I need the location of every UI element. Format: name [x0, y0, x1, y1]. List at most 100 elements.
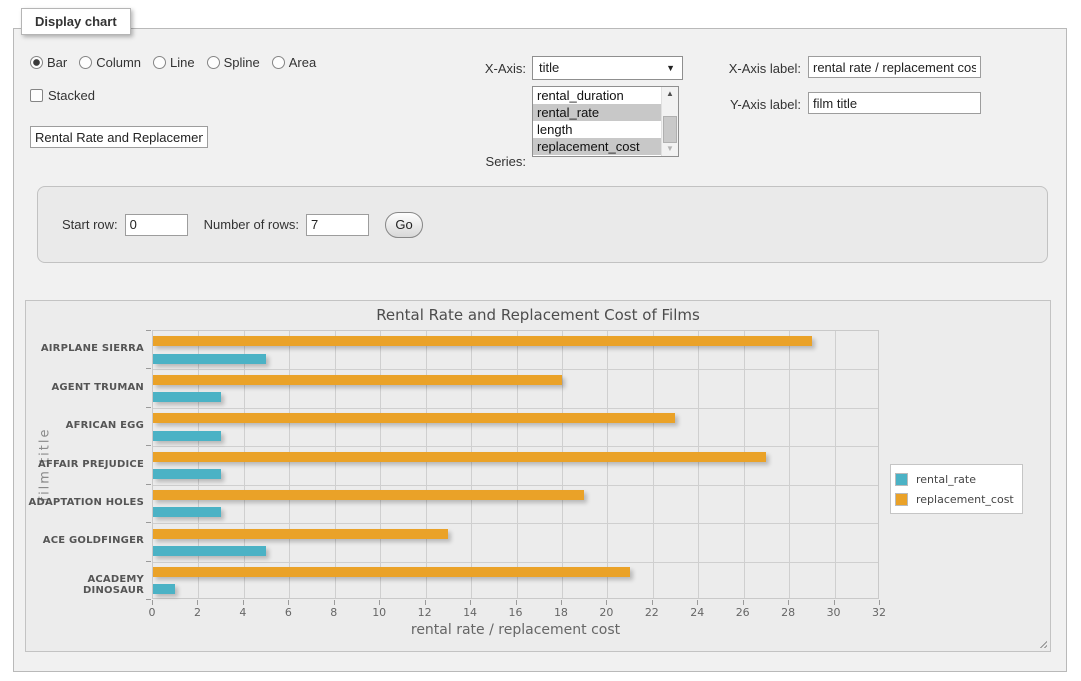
series-select-label: Series:	[444, 154, 526, 169]
legend-row: replacement_cost	[895, 489, 1014, 509]
series-option-rental_duration[interactable]: rental_duration	[533, 87, 678, 104]
bar-rental_rate	[153, 546, 266, 556]
y-tick-mark	[146, 368, 151, 369]
gridline-vertical	[744, 331, 745, 598]
x-tick-label: 6	[273, 606, 303, 619]
chart-legend: rental_rate replacement_cost	[890, 464, 1023, 514]
gridline-vertical	[289, 331, 290, 598]
x-tick-label: 14	[455, 606, 485, 619]
go-button[interactable]: Go	[385, 212, 423, 238]
radio-bar-input[interactable]	[30, 56, 43, 69]
bar-replacement_cost	[153, 529, 448, 539]
y-tick-mark	[146, 522, 151, 523]
radio-column-input[interactable]	[79, 56, 92, 69]
stacked-label: Stacked	[48, 88, 95, 103]
x-tick-label: 30	[819, 606, 849, 619]
x-tick-label: 26	[728, 606, 758, 619]
gridline-vertical	[653, 331, 654, 598]
plot-area	[152, 330, 879, 599]
x-tick-mark	[788, 600, 789, 605]
radio-column[interactable]: Column	[79, 55, 141, 70]
x-tick-mark	[243, 600, 244, 605]
bar-replacement_cost	[153, 375, 562, 385]
series-option-rental_rate[interactable]: rental_rate	[533, 104, 678, 121]
scroll-down-icon[interactable]: ▼	[662, 142, 678, 156]
x-tick-label: 22	[637, 606, 667, 619]
bar-chart: Rental Rate and Replacement Cost of Film…	[25, 300, 1051, 652]
bar-replacement_cost	[153, 336, 812, 346]
bar-replacement_cost	[153, 413, 675, 423]
radio-label: Spline	[224, 55, 260, 70]
category-label: AFFAIR PREJUDICE	[26, 459, 144, 470]
resize-handle-icon[interactable]	[1037, 638, 1047, 648]
y-axis-label-input[interactable]	[808, 92, 981, 114]
gridline-vertical	[471, 331, 472, 598]
y-tick-mark	[146, 599, 151, 600]
x-tick-mark	[197, 600, 198, 605]
gridline-vertical	[698, 331, 699, 598]
radio-bar[interactable]: Bar	[30, 55, 67, 70]
x-tick-label: 10	[364, 606, 394, 619]
x-tick-mark	[697, 600, 698, 605]
radio-area-input[interactable]	[272, 56, 285, 69]
x-axis-select-value: title	[539, 60, 559, 75]
x-tick-label: 12	[410, 606, 440, 619]
legend-swatch	[895, 473, 908, 486]
x-axis-select-label: X-Axis:	[444, 61, 526, 76]
x-tick-label: 8	[319, 606, 349, 619]
category-label: ACE GOLDFINGER	[26, 535, 144, 546]
gridline-vertical	[789, 331, 790, 598]
gridline-vertical	[517, 331, 518, 598]
bar-rental_rate	[153, 354, 266, 364]
legend-label: rental_rate	[916, 473, 976, 486]
x-tick-mark	[743, 600, 744, 605]
x-tick-mark	[288, 600, 289, 605]
x-tick-mark	[834, 600, 835, 605]
category-label: AIRPLANE SIERRA	[26, 343, 144, 354]
bar-rental_rate	[153, 431, 221, 441]
radio-spline[interactable]: Spline	[207, 55, 260, 70]
gridline-horizontal	[153, 408, 878, 409]
series-multiselect[interactable]: rental_durationrental_ratelengthreplacem…	[532, 86, 679, 157]
display-chart-panel: Display chart BarColumnLineSplineArea St…	[13, 28, 1067, 672]
x-axis-title: rental rate / replacement cost	[152, 622, 879, 638]
x-tick-mark	[516, 600, 517, 605]
x-tick-label: 0	[137, 606, 167, 619]
gridline-horizontal	[153, 369, 878, 370]
scroll-up-icon[interactable]: ▲	[662, 87, 678, 101]
y-axis-label-label: Y-Axis label:	[720, 97, 801, 112]
radio-line[interactable]: Line	[153, 55, 195, 70]
x-tick-label: 24	[682, 606, 712, 619]
bar-replacement_cost	[153, 567, 630, 577]
legend-label: replacement_cost	[916, 493, 1014, 506]
chevron-down-icon: ▼	[666, 57, 675, 79]
series-scrollbar[interactable]: ▲ ▼	[661, 87, 678, 156]
chart-title-input[interactable]	[30, 126, 208, 148]
y-tick-mark	[146, 330, 151, 331]
gridline-vertical	[835, 331, 836, 598]
radio-line-input[interactable]	[153, 56, 166, 69]
x-tick-label: 16	[501, 606, 531, 619]
bar-rental_rate	[153, 392, 221, 402]
series-option-length[interactable]: length	[533, 121, 678, 138]
gridline-vertical	[198, 331, 199, 598]
x-tick-label: 2	[182, 606, 212, 619]
radio-area[interactable]: Area	[272, 55, 316, 70]
start-row-input[interactable]	[125, 214, 188, 236]
gridline-vertical	[380, 331, 381, 598]
start-row-label: Start row:	[62, 217, 118, 232]
x-tick-label: 20	[591, 606, 621, 619]
y-tick-mark	[146, 484, 151, 485]
gridline-vertical	[426, 331, 427, 598]
number-of-rows-input[interactable]	[306, 214, 369, 236]
radio-spline-input[interactable]	[207, 56, 220, 69]
x-tick-mark	[561, 600, 562, 605]
scrollbar-thumb[interactable]	[663, 116, 677, 143]
x-tick-label: 18	[546, 606, 576, 619]
x-tick-label: 28	[773, 606, 803, 619]
category-label: AGENT TRUMAN	[26, 382, 144, 393]
stacked-checkbox[interactable]	[30, 89, 43, 102]
x-axis-label-input[interactable]	[808, 56, 981, 78]
series-option-replacement_cost[interactable]: replacement_cost	[533, 138, 678, 155]
x-axis-select[interactable]: title ▼	[532, 56, 683, 80]
